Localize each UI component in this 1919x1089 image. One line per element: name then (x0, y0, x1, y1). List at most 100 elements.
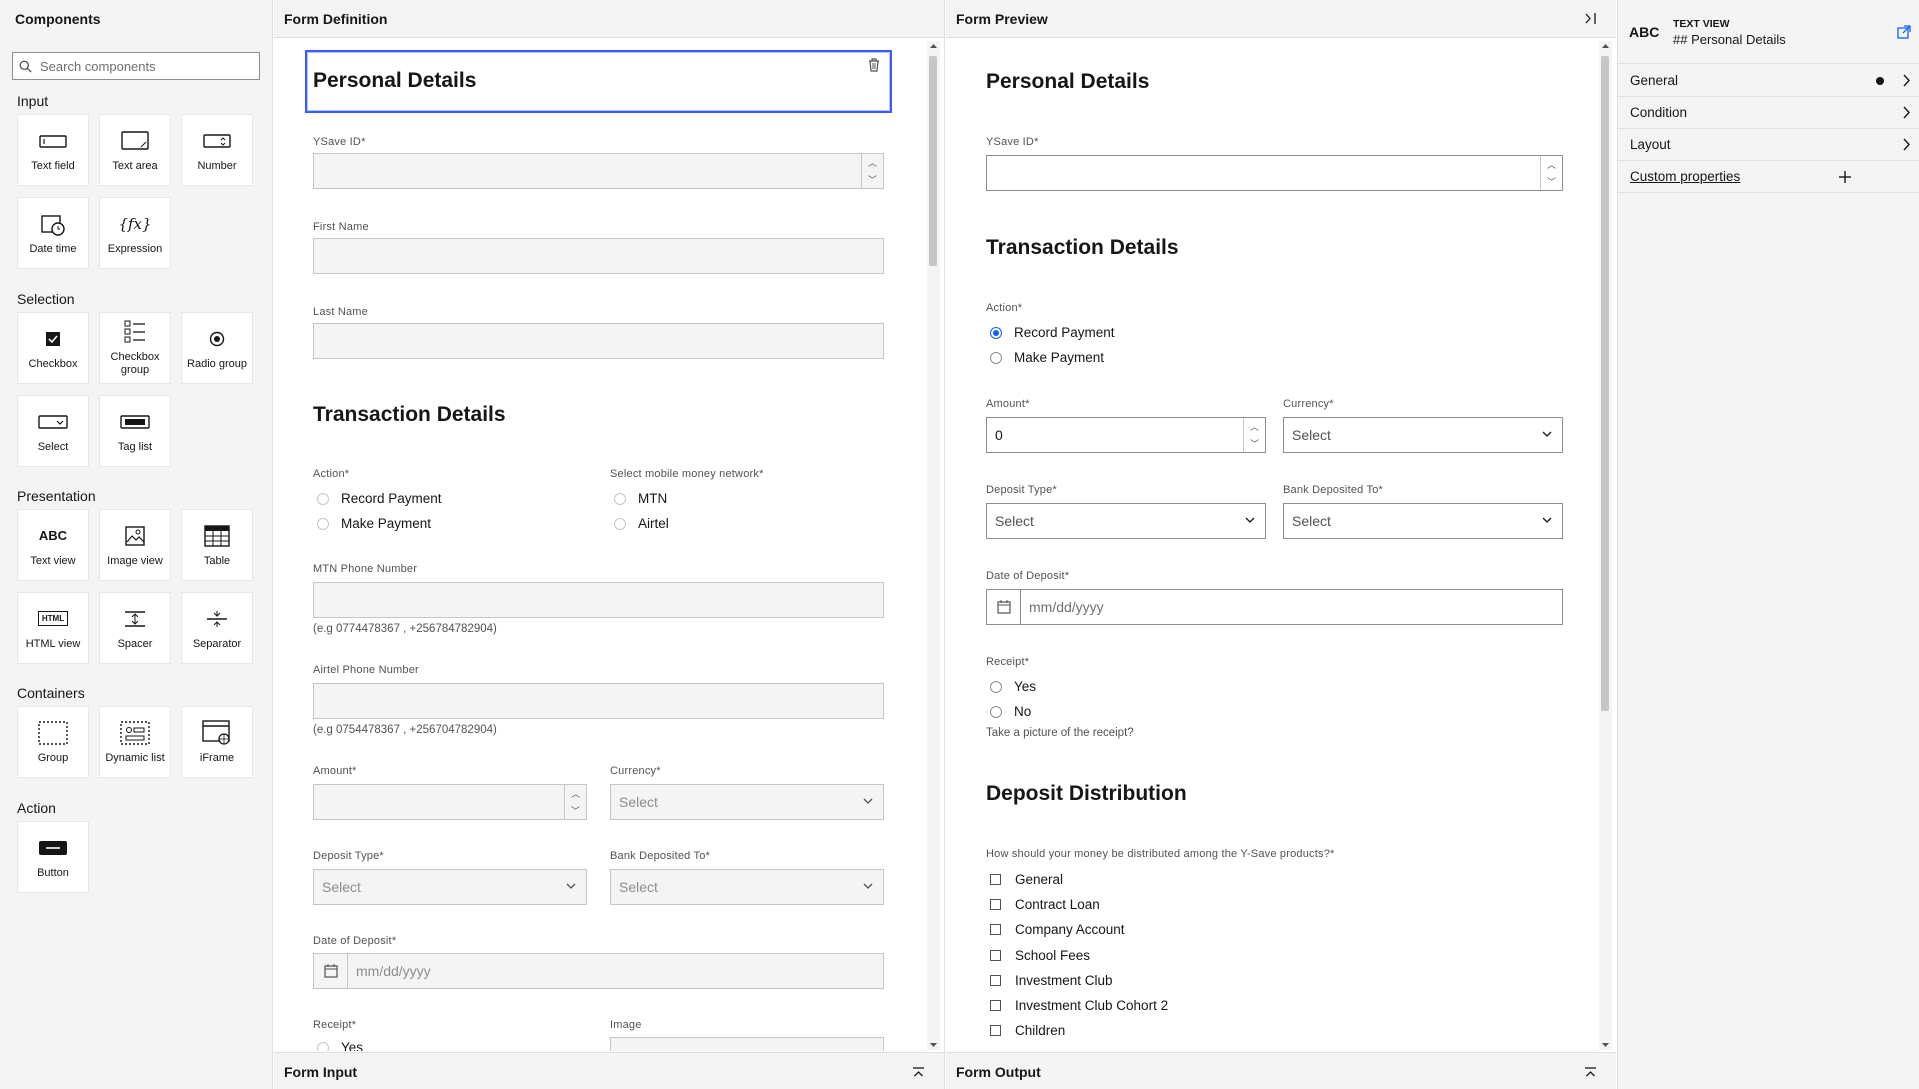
tile-text-field[interactable]: Text field (17, 114, 89, 186)
tile-number[interactable]: Number (181, 114, 253, 186)
form-input-bar[interactable]: Form Input (274, 1052, 944, 1089)
tile-group[interactable]: Group (17, 706, 89, 778)
tile-label: Text area (112, 159, 158, 172)
number-stepper[interactable]: ︿ ﹀ (861, 154, 883, 188)
option-label: Yes (341, 1040, 364, 1051)
radio-make-payment[interactable]: Make Payment (317, 516, 431, 531)
tile-spacer[interactable]: Spacer (99, 592, 171, 664)
chevron-up-icon[interactable]: ︿ (868, 156, 877, 169)
add-icon[interactable] (1839, 171, 1851, 183)
chevron-down-icon[interactable]: ﹀ (571, 804, 580, 817)
edit-launch-icon[interactable] (1897, 25, 1911, 39)
radio-record-payment[interactable]: Record Payment (317, 491, 442, 506)
scrollbar-thumb[interactable] (929, 56, 937, 266)
last-name-input[interactable] (313, 323, 884, 359)
section-custom-properties[interactable]: Custom properties (1618, 161, 1919, 193)
bank-select[interactable]: Select (610, 869, 884, 905)
checkbox-contract-loan[interactable]: Contract Loan (990, 897, 1100, 912)
select-value: Select (322, 879, 361, 895)
calendar-button[interactable] (314, 954, 348, 988)
chevron-down-icon[interactable]: ﹀ (868, 173, 877, 186)
section-presentation: Presentation (17, 488, 96, 504)
tile-checkbox-group[interactable]: Checkbox group (99, 312, 171, 384)
trash-icon[interactable] (868, 58, 880, 72)
chevron-down-icon[interactable]: ﹀ (1547, 175, 1556, 188)
preview-radio-no[interactable]: No (990, 704, 1031, 719)
preview-deposit-type-select[interactable]: Select (986, 503, 1266, 539)
preview-radio-record-payment[interactable]: Record Payment (990, 325, 1115, 340)
currency-select[interactable]: Select (610, 784, 884, 820)
amount-input[interactable]: ︿ ﹀ (313, 784, 587, 820)
form-output-bar[interactable]: Form Output (946, 1052, 1616, 1089)
preview-currency-select[interactable]: Select (1283, 417, 1563, 453)
image-view-icon (125, 525, 145, 546)
tile-text-view[interactable]: ABC Text view (17, 509, 89, 581)
checkbox-icon (990, 950, 1001, 961)
first-name-input[interactable] (313, 238, 884, 274)
section-condition[interactable]: Condition (1618, 97, 1919, 129)
chevron-up-icon[interactable]: ︿ (1547, 158, 1556, 171)
selected-text-view[interactable]: Personal Details (305, 50, 892, 113)
scroll-down-icon[interactable] (929, 1042, 938, 1048)
checkbox-investment-club-cohort-2[interactable]: Investment Club Cohort 2 (990, 998, 1168, 1013)
scroll-down-icon[interactable] (1601, 1042, 1610, 1048)
image-input[interactable] (610, 1037, 884, 1051)
mtn-help-text: (e.g 0774478367 , +256784782904) (313, 623, 497, 635)
tile-checkbox[interactable]: Checkbox (17, 312, 89, 384)
number-stepper[interactable]: ︿ ﹀ (564, 785, 586, 819)
ysave-input[interactable]: ︿ ﹀ (313, 153, 884, 189)
checkbox-children[interactable]: Children (990, 1023, 1065, 1038)
scroll-up-icon[interactable] (929, 43, 938, 49)
tile-dynamic-list[interactable]: Dynamic list (99, 706, 171, 778)
preview-ysave-input[interactable]: ︿ ﹀ (986, 155, 1563, 191)
number-stepper[interactable]: ︿ ﹀ (1243, 418, 1265, 452)
chevron-down-icon[interactable]: ﹀ (1250, 437, 1259, 450)
expand-up-icon[interactable] (1585, 1067, 1596, 1077)
scrollbar-thumb[interactable] (1601, 56, 1609, 711)
deposit-type-select[interactable]: Select (313, 869, 587, 905)
tile-image-view[interactable]: Image view (99, 509, 171, 581)
preview-bank-select[interactable]: Select (1283, 503, 1563, 539)
section-layout[interactable]: Layout (1618, 129, 1919, 161)
collapse-right-icon[interactable] (1585, 13, 1596, 24)
preview-amount-input[interactable]: 0 ︿ ﹀ (986, 417, 1266, 453)
checkbox-school-fees[interactable]: School Fees (990, 948, 1090, 963)
expand-up-icon[interactable] (913, 1067, 924, 1077)
tile-iframe[interactable]: iFrame (181, 706, 253, 778)
tile-expression[interactable]: {fx} Expression (99, 197, 171, 269)
radio-airtel[interactable]: Airtel (614, 516, 669, 531)
preview-date-input[interactable]: mm/dd/yyyy (986, 589, 1563, 625)
chevron-up-icon[interactable]: ︿ (571, 787, 580, 800)
tile-html-view[interactable]: HTML HTML view (17, 592, 89, 664)
radio-yes-partial[interactable]: Yes (313, 1040, 553, 1051)
chevron-up-icon[interactable]: ︿ (1250, 420, 1259, 433)
search-input[interactable]: Search components (12, 52, 260, 80)
calendar-button[interactable] (987, 590, 1021, 624)
tile-select[interactable]: Select (17, 395, 89, 467)
heading-transaction-details: Transaction Details (313, 403, 506, 426)
tile-text-area[interactable]: Text area (99, 114, 171, 186)
date-input[interactable]: mm/dd/yyyy (313, 953, 884, 989)
tile-date-time[interactable]: Date time (17, 197, 89, 269)
tile-table[interactable]: Table (181, 509, 253, 581)
tile-button[interactable]: Button (17, 821, 89, 893)
number-stepper[interactable]: ︿ ﹀ (1540, 156, 1562, 190)
tile-separator[interactable]: Separator (181, 592, 253, 664)
section-general[interactable]: General (1618, 65, 1919, 97)
preview-scrollbar[interactable] (1599, 41, 1612, 1050)
airtel-phone-input[interactable] (313, 683, 884, 719)
radio-mtn[interactable]: MTN (614, 491, 667, 506)
tile-tag-list[interactable]: Tag list (99, 395, 171, 467)
preview-radio-yes[interactable]: Yes (990, 679, 1036, 694)
checkbox-company-account[interactable]: Company Account (990, 922, 1125, 937)
chevron-down-icon (1542, 431, 1552, 437)
checkbox-investment-club[interactable]: Investment Club (990, 973, 1113, 988)
scroll-up-icon[interactable] (1601, 43, 1610, 49)
mtn-phone-input[interactable] (313, 582, 884, 618)
preview-amount-label: Amount* (986, 398, 1030, 410)
checkbox-general[interactable]: General (990, 872, 1063, 887)
preview-radio-make-payment[interactable]: Make Payment (990, 350, 1104, 365)
tile-radio-group[interactable]: Radio group (181, 312, 253, 384)
definition-scrollbar[interactable] (927, 41, 940, 1050)
chevron-down-icon (863, 798, 873, 804)
